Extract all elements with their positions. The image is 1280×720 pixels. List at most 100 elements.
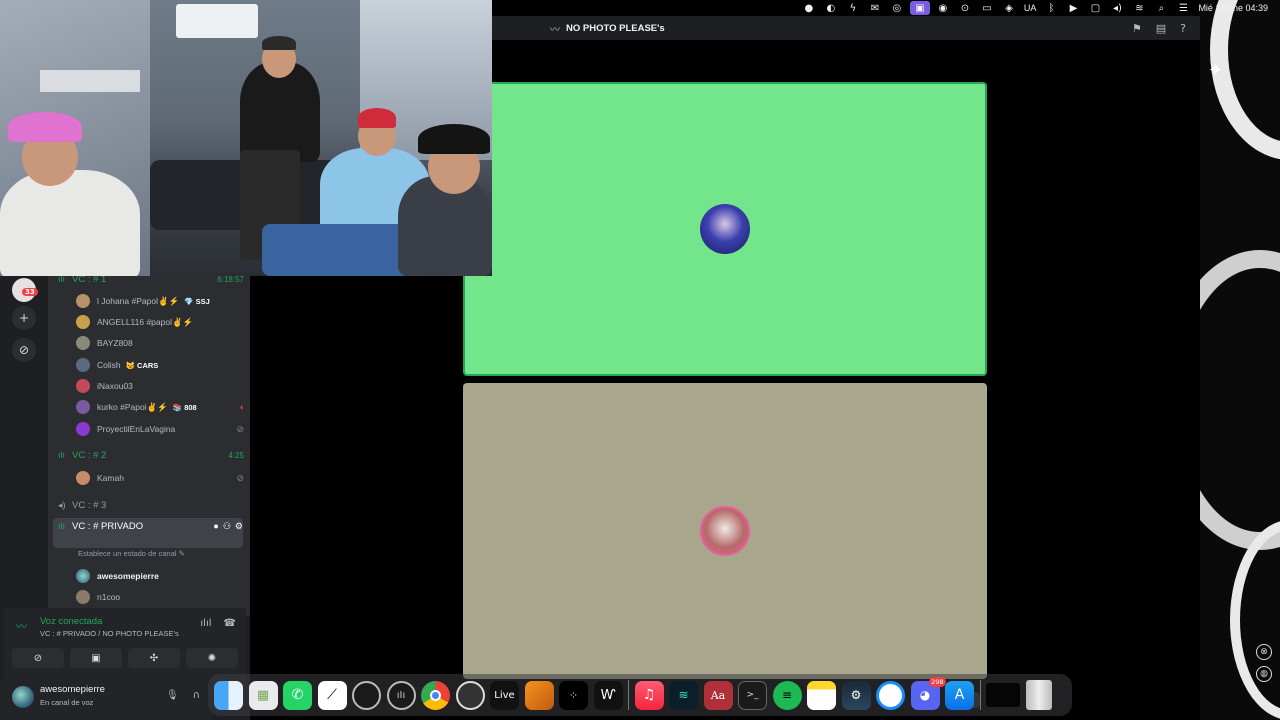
play-icon[interactable]: ▶: [1062, 0, 1084, 16]
camera-off-icon: ⊘: [33, 652, 43, 664]
list-item[interactable]: ANGELL116 #papol✌⚡: [76, 313, 244, 331]
avatar: [76, 400, 90, 414]
list-item[interactable]: BAYZ808: [76, 334, 244, 352]
stage-manager-icon[interactable]: ▣: [909, 1, 930, 15]
keyboard-layout[interactable]: UA: [1020, 3, 1041, 13]
volume-icon[interactable]: ◂): [1106, 0, 1128, 16]
voice-channel-private[interactable]: ılı VC : # PRIVADO ● ⚇ ⚙: [53, 518, 243, 548]
safari-icon[interactable]: [876, 680, 905, 710]
launchpad-icon[interactable]: ▦: [248, 680, 278, 710]
logic-pro-icon[interactable]: [352, 680, 381, 710]
list-item[interactable]: Colish 😼 CARS: [76, 356, 244, 374]
globe-icon[interactable]: ◍: [1256, 666, 1272, 682]
help-icon[interactable]: ?: [1180, 22, 1186, 35]
list-item[interactable]: iNaxou03: [76, 377, 244, 395]
activities-button[interactable]: ✣: [128, 648, 180, 668]
add-server-icon[interactable]: +: [12, 306, 36, 330]
tidal-icon[interactable]: ⁘: [559, 680, 588, 710]
music-icon[interactable]: ♫: [634, 680, 664, 710]
spotify-icon[interactable]: ≡: [772, 680, 802, 710]
mail-icon[interactable]: ✉: [864, 0, 886, 16]
control-center-icon[interactable]: ☰: [1172, 0, 1194, 16]
menubar: ● ◐ ϟ ✉ ◎ ▣ ◉ ⊙ ▭ ◈ UA ᛒ ▶ ▢ ◂) ≋ ⌕ ☰ Mi…: [492, 0, 1280, 16]
user-status: En canal de voz: [40, 698, 94, 707]
speaker-icon: ılı: [58, 521, 66, 531]
avatar: [76, 294, 90, 308]
participant-tile-speaking[interactable]: [463, 82, 987, 376]
car-icon[interactable]: ▭: [976, 0, 998, 16]
channel-status-hint[interactable]: Establece un estado de canal ✎: [78, 549, 185, 558]
avatar: [76, 336, 90, 350]
notes-icon[interactable]: [807, 680, 836, 710]
voice-connection-panel: 〰 Voz conectada VC : # PRIVADO / NO PHOT…: [4, 608, 246, 688]
display-icon[interactable]: ▢: [1084, 0, 1106, 16]
webcam-overlay: [0, 0, 492, 276]
list-item[interactable]: n1coo: [76, 588, 244, 606]
unread-badge: 33: [22, 288, 38, 296]
soundboard-button[interactable]: ✺: [186, 648, 238, 668]
microphone-icon[interactable]: 🎙: [166, 690, 179, 701]
invite-icon[interactable]: ⚇: [223, 521, 231, 532]
username[interactable]: awesomepierre: [40, 684, 105, 695]
search-icon[interactable]: ⌕: [1150, 0, 1172, 16]
list-item[interactable]: kurko #Papoi✌⚡ 📚 808 ◖: [76, 398, 244, 416]
noise-suppression-icon[interactable]: ılıl: [200, 618, 211, 629]
voice-channel-2[interactable]: ılı VC : # 2 4:25: [58, 446, 244, 464]
user-panel: awesomepierre En canal de voz 🎙 ∩: [0, 680, 212, 720]
camera-icon[interactable]: ◉: [932, 0, 954, 16]
avatar: [76, 422, 90, 436]
server-rail: 33 + ⊘: [0, 276, 48, 616]
list-item[interactable]: l Johana #Papol✌⚡ 💎 SSJ: [76, 292, 244, 310]
dictionary-icon[interactable]: Aa: [703, 680, 733, 710]
voice-location[interactable]: VC : # PRIVADO / NO PHOTO PLEASE's: [40, 629, 179, 638]
camera-off-button[interactable]: ⊘: [12, 648, 64, 668]
list-item[interactable]: ProyectilEnLaVagina ⊘: [76, 420, 244, 438]
signal-icon: 〰: [16, 620, 27, 633]
desktop-widget-icon[interactable]: ⊗: [1256, 644, 1272, 660]
finder-icon[interactable]: [214, 680, 243, 710]
list-item[interactable]: Kamah ⊘: [76, 469, 244, 487]
chat-icon[interactable]: ●: [213, 521, 218, 532]
vpn-icon[interactable]: ◎: [886, 0, 908, 16]
trash-icon[interactable]: [1025, 680, 1052, 710]
kraken-icon[interactable]: ≋: [669, 680, 698, 710]
theme-icon[interactable]: ◐: [820, 0, 842, 16]
bolt-icon[interactable]: ϟ: [842, 0, 864, 16]
avatar: [700, 506, 750, 556]
screen: ✦ ⊗ ◍ ● ◐ ϟ ✉ ◎ ▣ ◉ ⊙ ▭ ◈ UA ᛒ ▶ ▢ ◂) ≋ …: [0, 0, 1280, 720]
soundboard-icon: ✺: [207, 652, 217, 664]
record-icon[interactable]: ●: [798, 0, 820, 16]
avatar[interactable]: [12, 686, 34, 708]
participant-tile[interactable]: [463, 383, 987, 679]
activities-icon: ✣: [149, 652, 159, 664]
app-store-icon[interactable]: A: [945, 680, 974, 710]
wifi-icon[interactable]: ≋: [1128, 0, 1150, 16]
threads-icon[interactable]: ⚑: [1132, 22, 1142, 35]
disconnect-icon[interactable]: ☎: [224, 618, 236, 629]
eye-icon[interactable]: ◈: [998, 0, 1020, 16]
voice-status[interactable]: Voz conectada: [40, 616, 102, 627]
menubar-clock[interactable]: Mié 14 ene 04:39: [1194, 3, 1272, 13]
chrome-icon[interactable]: [421, 680, 450, 710]
inbox-icon[interactable]: ▤: [1156, 22, 1166, 35]
waves-icon[interactable]: Ⱳ: [593, 680, 623, 710]
voice-channel-3[interactable]: ◂) VC : # 3: [58, 496, 244, 514]
capcut-icon[interactable]: ⟋: [317, 680, 347, 710]
steam-icon[interactable]: ⚙: [841, 680, 871, 710]
explore-icon[interactable]: ⊘: [12, 338, 36, 362]
whatsapp-icon[interactable]: ✆: [283, 680, 312, 710]
terminal-icon[interactable]: >_: [738, 680, 767, 710]
gear-icon[interactable]: ⚙: [235, 521, 243, 532]
location-icon[interactable]: ⊙: [954, 0, 976, 16]
headphones-icon[interactable]: ∩: [193, 690, 200, 701]
discord-icon[interactable]: ◕ 298: [910, 676, 946, 710]
live-icon[interactable]: Live: [490, 680, 519, 710]
mixer-icon[interactable]: ıIı: [386, 680, 416, 710]
window-thumbnail[interactable]: [986, 683, 1020, 707]
fl-studio-icon[interactable]: [524, 680, 554, 710]
screen-share-button[interactable]: ▣: [70, 648, 122, 668]
list-item[interactable]: awesomepierre: [76, 567, 244, 585]
obs-icon[interactable]: [455, 680, 485, 710]
bluetooth-icon[interactable]: ᛒ: [1040, 0, 1062, 16]
avatar: [700, 204, 750, 254]
